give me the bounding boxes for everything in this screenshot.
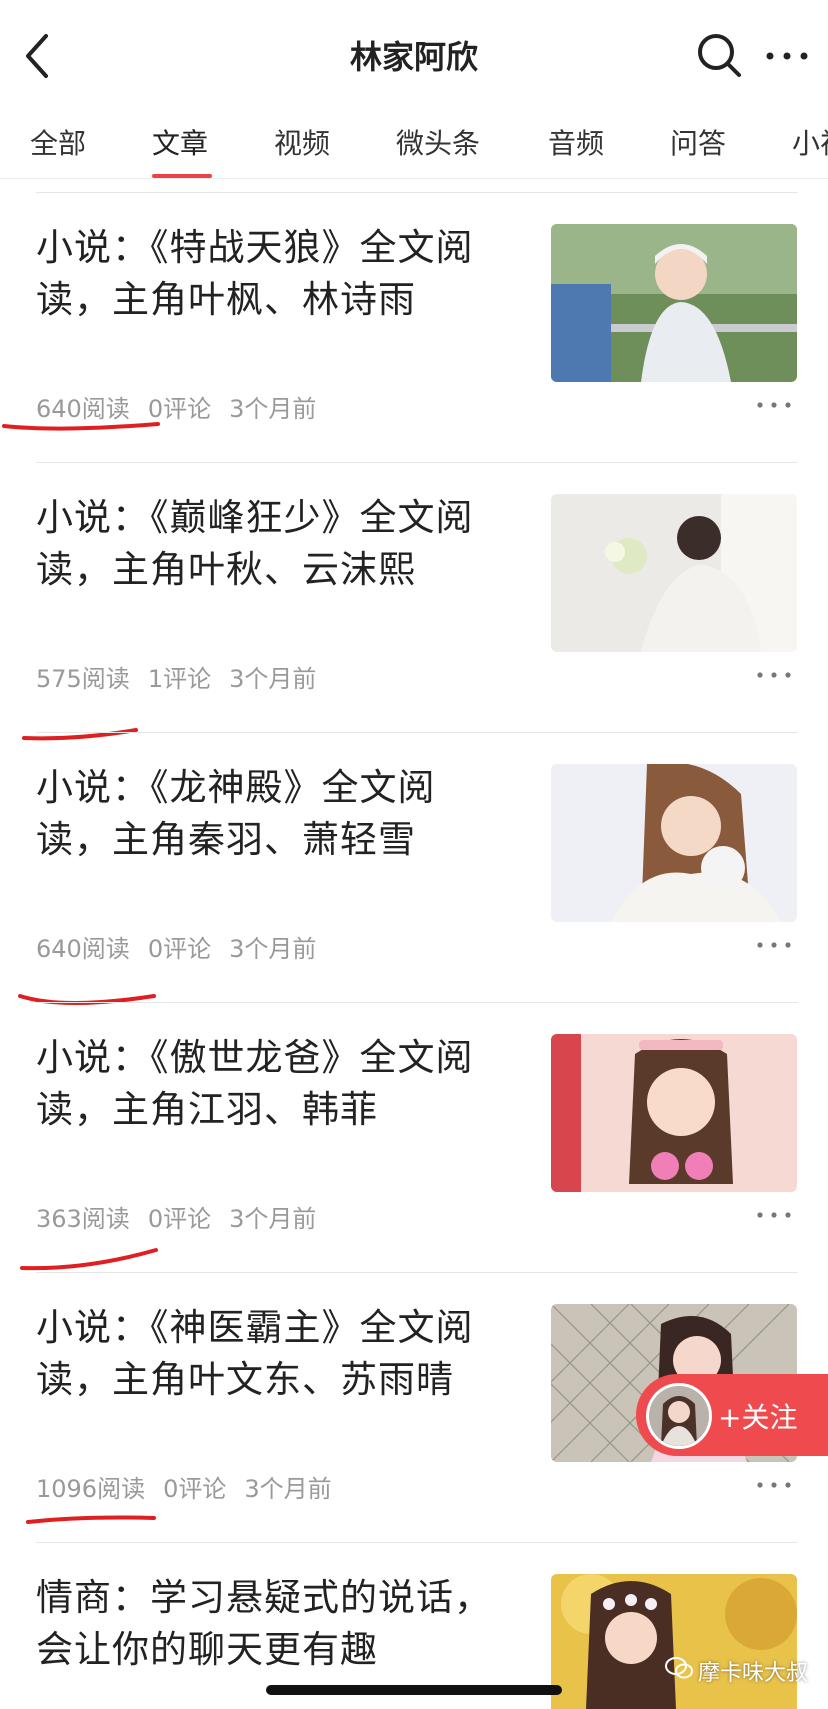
article-meta: 363阅读 0评论 3个月前 bbox=[36, 1199, 334, 1234]
article-title[interactable]: 小说：《巅峰狂少》全文阅读，主角叶秋、云沫熙 bbox=[36, 492, 506, 596]
search-icon[interactable] bbox=[694, 30, 744, 80]
follow-label: +关注 bbox=[718, 1401, 798, 1434]
article-more-icon[interactable] bbox=[756, 399, 792, 411]
more-options-icon[interactable] bbox=[764, 38, 810, 74]
red-underline-annotation bbox=[2, 422, 160, 431]
article-thumbnail[interactable] bbox=[551, 1574, 797, 1709]
home-indicator[interactable] bbox=[266, 1685, 562, 1695]
post-time: 3个月前 bbox=[229, 1205, 317, 1233]
tab-small-videos[interactable]: 小视 bbox=[792, 122, 828, 162]
red-underline-annotation bbox=[26, 1515, 156, 1524]
divider bbox=[36, 1272, 798, 1273]
article-title[interactable]: 情商：学习悬疑式的说话，会让你的聊天更有趣 bbox=[36, 1572, 506, 1676]
divider bbox=[36, 462, 798, 463]
article-title[interactable]: 小说：《傲世龙爸》全文阅读，主角江羽、韩菲 bbox=[36, 1032, 506, 1136]
comment-count: 0评论 bbox=[147, 935, 212, 963]
wechat-icon bbox=[665, 1657, 693, 1679]
comment-count: 0评论 bbox=[163, 1475, 227, 1503]
post-time: 3个月前 bbox=[229, 395, 317, 423]
avatar bbox=[646, 1383, 712, 1449]
article-meta: 575阅读 1评论 3个月前 bbox=[36, 659, 334, 694]
read-count: 640阅读 bbox=[36, 935, 130, 963]
tab-bar: 全部 文章 视频 微头条 音频 问答 小视 bbox=[0, 110, 828, 179]
active-tab-indicator bbox=[152, 174, 212, 178]
tab-micro-posts[interactable]: 微头条 bbox=[396, 122, 480, 162]
article-item[interactable]: 小说：《特战天狼》全文阅读，主角叶枫、林诗雨 640阅读 0评论 3个月前 bbox=[0, 192, 828, 462]
article-item[interactable]: 小说：《傲世龙爸》全文阅读，主角江羽、韩菲 363阅读 0评论 3个月前 bbox=[0, 1002, 828, 1272]
article-item[interactable]: 小说：《巅峰狂少》全文阅读，主角叶秋、云沫熙 575阅读 1评论 3个月前 bbox=[0, 462, 828, 741]
article-thumbnail[interactable] bbox=[551, 1034, 797, 1192]
article-thumbnail[interactable] bbox=[551, 494, 797, 652]
article-thumbnail[interactable] bbox=[551, 224, 797, 382]
tab-videos[interactable]: 视频 bbox=[274, 122, 330, 162]
article-more-icon[interactable] bbox=[756, 1479, 792, 1491]
article-title[interactable]: 小说：《龙神殿》全文阅读，主角秦羽、萧轻雪 bbox=[36, 762, 506, 866]
post-time: 3个月前 bbox=[229, 935, 317, 963]
article-more-icon[interactable] bbox=[756, 1209, 792, 1221]
read-count: 363阅读 bbox=[36, 1205, 130, 1233]
article-meta: 640阅读 0评论 3个月前 bbox=[36, 929, 334, 964]
article-thumbnail[interactable] bbox=[551, 764, 797, 922]
divider bbox=[36, 732, 798, 733]
tab-all[interactable]: 全部 bbox=[30, 122, 86, 162]
follow-button[interactable]: +关注 bbox=[636, 1374, 828, 1456]
article-title[interactable]: 小说：《神医霸主》全文阅读，主角叶文东、苏雨晴 bbox=[36, 1302, 506, 1406]
read-count: 575阅读 bbox=[36, 665, 130, 693]
comment-count: 0评论 bbox=[147, 1205, 212, 1233]
divider bbox=[36, 1002, 798, 1003]
article-title[interactable]: 小说：《特战天狼》全文阅读，主角叶枫、林诗雨 bbox=[36, 222, 506, 326]
divider bbox=[36, 192, 798, 193]
watermark: 摩卡味大叔 bbox=[698, 1661, 809, 1686]
read-count: 1096阅读 bbox=[36, 1475, 146, 1503]
post-time: 3个月前 bbox=[244, 1475, 332, 1503]
post-time: 3个月前 bbox=[229, 665, 317, 693]
divider bbox=[36, 1542, 798, 1543]
tab-audio[interactable]: 音频 bbox=[548, 122, 604, 162]
article-more-icon[interactable] bbox=[756, 939, 792, 951]
article-item[interactable]: 小说：《龙神殿》全文阅读，主角秦羽、萧轻雪 640阅读 0评论 3个月前 bbox=[0, 732, 828, 1005]
article-meta: 1096阅读 0评论 3个月前 bbox=[36, 1469, 350, 1504]
top-bar: 林家阿欣 bbox=[0, 0, 828, 110]
tab-articles[interactable]: 文章 bbox=[152, 122, 208, 162]
article-more-icon[interactable] bbox=[756, 669, 792, 681]
comment-count: 1评论 bbox=[147, 665, 212, 693]
tab-qa[interactable]: 问答 bbox=[670, 122, 726, 162]
